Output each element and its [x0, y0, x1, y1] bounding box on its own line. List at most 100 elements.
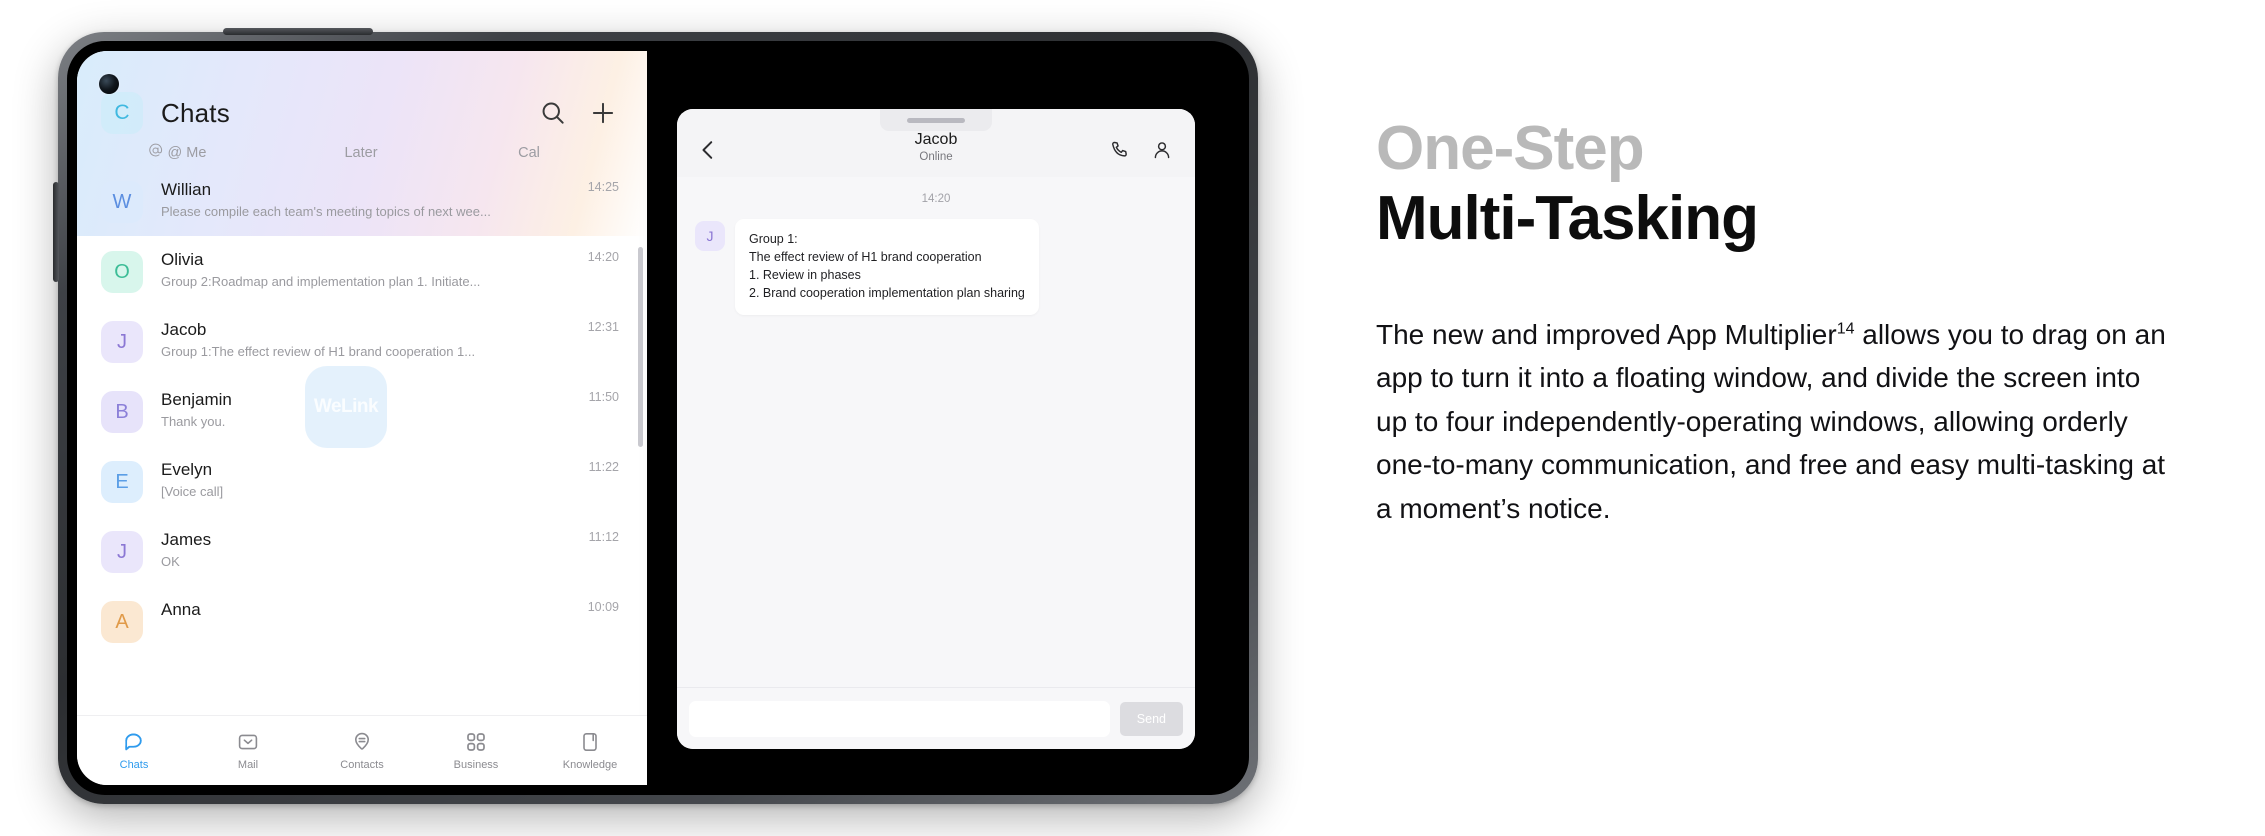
filter-tab-later[interactable]: Later: [277, 145, 445, 161]
message-bubble: Group 1: The effect review of H1 brand c…: [735, 219, 1039, 315]
marketing-copy: One-Step Multi-Tasking The new and impro…: [1376, 118, 2176, 530]
conversation-preview: Group 1:The effect review of H1 brand co…: [161, 344, 476, 360]
plus-icon[interactable]: [589, 99, 617, 127]
conversation-name: James: [161, 530, 212, 549]
desktop-backdrop: Jacob Online 14:20 J Group 1: The effect…: [647, 51, 1239, 785]
conversation-preview: Thank you.: [161, 414, 226, 430]
conversation-name: Olivia: [161, 250, 204, 269]
conversation-text: Anna: [161, 598, 588, 624]
avatar: E: [101, 461, 143, 503]
conversation-row[interactable]: E Evelyn [Voice call] 11:22: [77, 446, 647, 516]
chat-list-header: C Chats: [77, 51, 647, 134]
conversation-name: Benjamin: [161, 390, 232, 409]
nav-label: Mail: [237, 759, 259, 771]
bottom-navigation: Chats Mail Contacts Business Knowledge: [77, 715, 647, 785]
page-root: C Chats @ Me Later Cal WeLink W Willian …: [0, 0, 2265, 836]
nav-item-contacts[interactable]: Contacts: [305, 730, 419, 771]
nav-item-chats[interactable]: Chats: [77, 730, 191, 771]
tablet-device: C Chats @ Me Later Cal WeLink W Willian …: [53, 28, 1258, 804]
conversation-name: Jacob: [161, 320, 207, 339]
avatar: J: [101, 321, 143, 363]
avatar: O: [101, 251, 143, 293]
conversation-preview: Group 2:Roadmap and implementation plan …: [161, 274, 481, 290]
filter-tabs: @ Me Later Cal: [77, 133, 647, 166]
message-input[interactable]: [689, 700, 1110, 737]
filter-tab-mentions[interactable]: @ Me: [77, 143, 277, 162]
avatar: B: [101, 391, 143, 433]
device-bezel: C Chats @ Me Later Cal WeLink W Willian …: [67, 41, 1249, 795]
message-row: J Group 1: The effect review of H1 brand…: [695, 219, 1177, 315]
nav-item-knowledge[interactable]: Knowledge: [533, 730, 647, 771]
conversation-preview: [Voice call]: [161, 484, 224, 500]
nav-label: Business: [453, 759, 499, 771]
conversation-text: James OK: [161, 528, 589, 569]
body-text-before: The new and improved App Multiplier: [1376, 319, 1837, 351]
nav-label: Contacts: [340, 759, 384, 771]
drag-handle-bar: [907, 117, 965, 123]
contact-person-icon[interactable]: [1151, 139, 1173, 161]
conversation-row[interactable]: O Olivia Group 2:Roadmap and implementatio…: [77, 236, 647, 306]
conversation-time: 10:09: [587, 600, 619, 614]
floating-window-header: Jacob Online: [677, 109, 1195, 177]
conversation-preview: OK: [161, 554, 180, 570]
contacts-icon: [350, 730, 374, 754]
avatar: W: [101, 181, 143, 223]
conversation-text: Willian Please compile each team's meetin…: [161, 178, 588, 219]
nav-label: Chats: [119, 759, 149, 771]
filter-tab-cal[interactable]: Cal: [445, 145, 613, 161]
book-icon: [578, 730, 602, 754]
chevron-left-icon[interactable]: [695, 137, 721, 163]
conversation-list[interactable]: WeLink W Willian Please compile each team'…: [77, 166, 647, 715]
chat-list-app: C Chats @ Me Later Cal WeLink W Willian …: [77, 51, 647, 785]
message-line: Group 1:: [749, 232, 798, 246]
conversation-row[interactable]: B Benjamin Thank you. 11:50: [77, 376, 647, 446]
avatar[interactable]: C: [101, 92, 143, 134]
conversation-preview: Please compile each team's meeting topic…: [161, 204, 491, 220]
conversation-name: Evelyn: [161, 460, 213, 479]
conversation-text: Benjamin Thank you.: [161, 388, 589, 429]
message-timestamp: 14:20: [921, 193, 951, 205]
message-line: The effect review of H1 brand cooperatio…: [749, 250, 982, 265]
front-camera: [99, 74, 119, 94]
power-button[interactable]: [223, 28, 373, 35]
phone-icon[interactable]: [1109, 139, 1131, 161]
conversation-text: Olivia Group 2:Roadmap and implementation…: [161, 248, 588, 289]
conversation-time: 11:22: [588, 460, 619, 474]
nav-label: Knowledge: [562, 759, 618, 771]
message-avatar: J: [695, 221, 725, 251]
conversation-row[interactable]: W Willian Please compile each team's meeti…: [77, 166, 647, 236]
message-line: 1. Review in phases: [749, 268, 861, 283]
floating-chat-window: Jacob Online 14:20 J Group 1: The effect…: [677, 109, 1195, 749]
page-title: Chats: [161, 97, 230, 128]
avatar: A: [101, 601, 143, 643]
chat-bubble-icon: [122, 730, 146, 754]
header-actions: [539, 99, 617, 127]
heading-line-1: One-Step: [1376, 114, 1645, 183]
conversation-time: 11:50: [588, 390, 619, 404]
message-composer: Send: [677, 687, 1195, 749]
search-icon[interactable]: [539, 99, 567, 127]
conversation-row[interactable]: A Anna 10:09: [77, 586, 647, 656]
conversation-text: Evelyn [Voice call]: [161, 458, 589, 499]
scrollbar[interactable]: [638, 247, 643, 447]
conversation-row[interactable]: J James OK 11:12: [77, 516, 647, 586]
conversation-time: 12:31: [587, 320, 619, 334]
conversation-time: 14:20: [587, 250, 619, 264]
window-drag-handle[interactable]: [880, 109, 992, 131]
conversation-name: Anna: [161, 600, 201, 619]
nav-item-business[interactable]: Business: [419, 730, 533, 771]
grid-apps-icon: [464, 730, 488, 754]
conversation-text: Jacob Group 1:The effect review of H1 bra…: [161, 318, 588, 359]
heading-line-2: Multi-Tasking: [1376, 184, 1759, 253]
message-area[interactable]: 14:20 J Group 1: The effect review of H1…: [677, 177, 1195, 687]
conversation-time: 14:25: [587, 180, 619, 194]
filter-tab-label: @ Me: [167, 144, 207, 161]
nav-item-mail[interactable]: Mail: [191, 730, 305, 771]
send-button[interactable]: Send: [1119, 701, 1183, 736]
volume-button[interactable]: [53, 182, 59, 282]
conversation-row[interactable]: J Jacob Group 1:The effect review of H1 br…: [77, 306, 647, 376]
conversation-name: Willian: [161, 180, 212, 199]
at-icon: [148, 143, 163, 162]
message-line: 2. Brand cooperation implementation plan…: [749, 286, 1025, 301]
device-screen: C Chats @ Me Later Cal WeLink W Willian …: [77, 51, 1239, 785]
